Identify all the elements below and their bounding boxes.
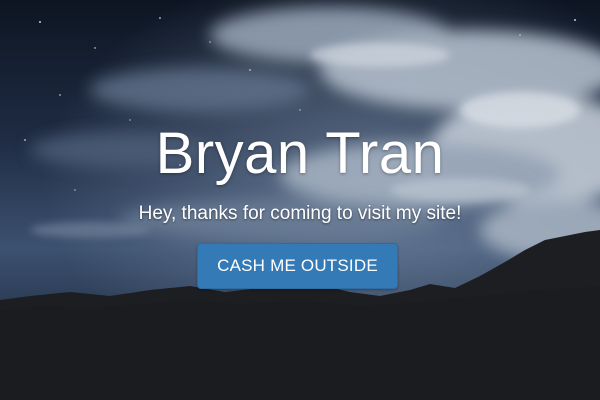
hero-subtitle: Hey, thanks for coming to visit my site! (138, 203, 462, 224)
hero-section: Bryan Tran Hey, thanks for coming to vis… (0, 0, 600, 400)
page-title: Bryan Tran (155, 121, 445, 186)
cash-me-outside-button[interactable]: CASH ME OUTSIDE (197, 243, 398, 289)
hero-content: Bryan Tran Hey, thanks for coming to vis… (0, 0, 600, 400)
